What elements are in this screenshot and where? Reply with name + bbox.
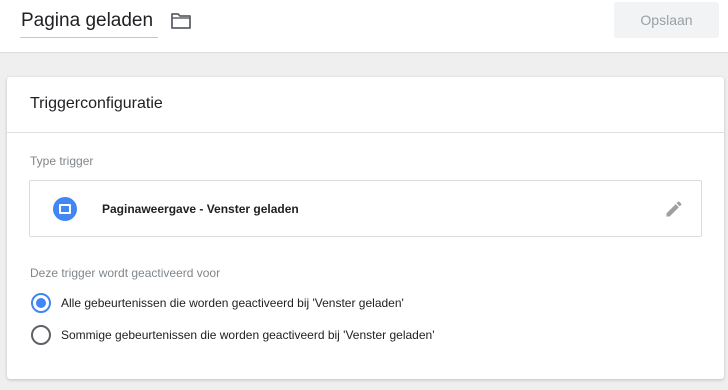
trigger-name-field[interactable]: Pagina geladen — [20, 6, 158, 38]
fires-on-label: Deze trigger wordt geactiveerd voor — [30, 266, 221, 280]
radio-option-label: Alle gebeurtenissen die worden geactivee… — [61, 296, 404, 310]
trigger-name-text: Pagina geladen — [21, 10, 154, 31]
card-header: Triggerconfiguratie — [7, 77, 724, 133]
radio-option-label: Sommige gebeurtenissen die worden geacti… — [61, 328, 435, 342]
trigger-type-selector[interactable]: Paginaweergave - Venster geladen — [29, 180, 702, 237]
radio-button-unchecked[interactable] — [31, 325, 51, 345]
folder-icon[interactable] — [170, 11, 192, 31]
save-button-label: Opslaan — [640, 12, 693, 28]
window-icon — [53, 197, 77, 221]
radio-button-checked[interactable] — [31, 293, 51, 313]
save-button[interactable]: Opslaan — [614, 2, 719, 38]
card-title: Triggerconfiguratie — [30, 95, 163, 112]
trigger-type-name: Paginaweergave - Venster geladen — [102, 202, 299, 216]
trigger-type-label: Type trigger — [30, 154, 94, 168]
trigger-configuration-card: Triggerconfiguratie Type trigger Paginaw… — [7, 77, 724, 379]
pencil-icon[interactable] — [664, 199, 684, 219]
top-bar: Pagina geladen Opslaan — [0, 0, 728, 53]
